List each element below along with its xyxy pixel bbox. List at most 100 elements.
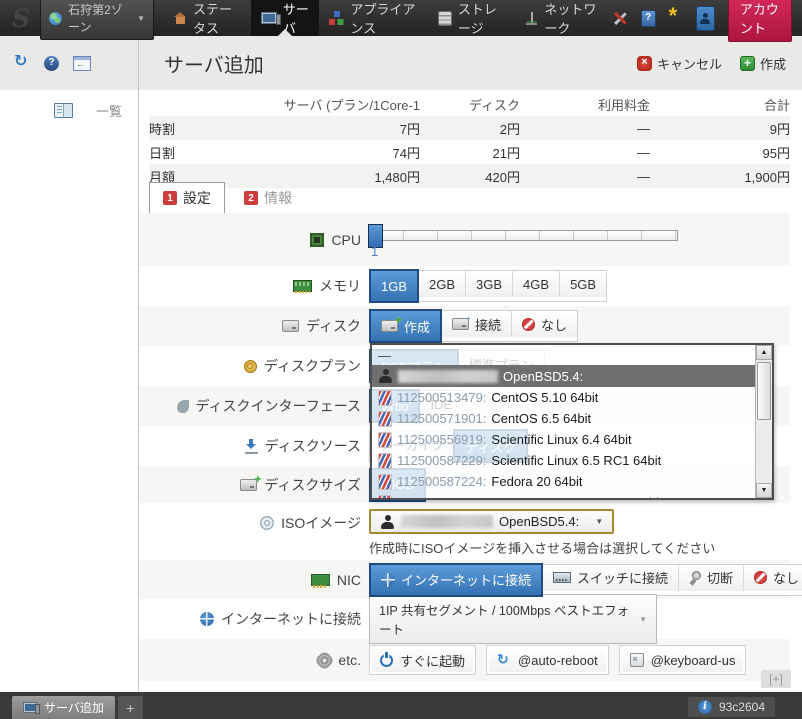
nav-item-appliance[interactable]: アプライアンス bbox=[319, 0, 428, 36]
cell: — bbox=[520, 169, 650, 184]
sakura-logo: S bbox=[12, 6, 30, 31]
form-row-etc: etc. すぐに起動 @auto-reboot @keyboard-us bbox=[139, 639, 790, 681]
col-header-usage: 利用料金 bbox=[520, 95, 650, 114]
star-icon[interactable] bbox=[669, 11, 683, 25]
dropdown-option-centos65[interactable]: 112500571901 CentOS 6.5 64bit bbox=[372, 408, 756, 429]
dropdown-option-sl64[interactable]: 112500556919 Scientific Linux 6.4 64bit bbox=[372, 429, 756, 450]
cancel-button[interactable]: キャンセル bbox=[637, 54, 722, 73]
appliance-icon bbox=[329, 11, 344, 25]
keyboard-us-button[interactable]: @keyboard-us bbox=[619, 645, 747, 675]
memory-label: メモリ bbox=[319, 276, 361, 296]
bottom-tab-add-server[interactable]: サーバ追加 bbox=[12, 696, 115, 719]
disk-option-connect[interactable]: 接続 bbox=[441, 311, 511, 337]
nav-item-storage[interactable]: ストレージ bbox=[428, 0, 515, 36]
plug-icon bbox=[689, 571, 701, 585]
cancel-icon bbox=[637, 56, 652, 71]
disk-option-none[interactable]: なし bbox=[511, 311, 577, 337]
nic-icon bbox=[311, 574, 330, 586]
tab-info[interactable]: 2 情報 bbox=[231, 183, 305, 213]
user-button[interactable] bbox=[696, 6, 715, 31]
page-title: サーバ追加 bbox=[164, 49, 264, 78]
sidebar-item-list[interactable]: 一覧 bbox=[0, 90, 138, 131]
no-entry-icon bbox=[522, 318, 535, 331]
back-window-icon[interactable] bbox=[73, 56, 91, 71]
iso-dropdown-list: — OpenBSD5.4 112500513479 CentOS 5.10 64… bbox=[372, 345, 756, 498]
dropdown-option-freebsd91[interactable]: 112500518489 FreeBSD 9.1-RELEASE 64bit bbox=[372, 492, 756, 498]
chevron-down-icon: ▼ bbox=[595, 517, 603, 526]
scroll-up-arrow[interactable]: ▲ bbox=[756, 345, 772, 360]
memory-option-3gb[interactable]: 3GB bbox=[465, 271, 512, 297]
internet-label: インターネットに接続 bbox=[221, 609, 361, 629]
form-row-nic: NIC インターネットに接続 スイッチに接続 bbox=[139, 560, 790, 599]
memory-option-2gb[interactable]: 2GB bbox=[418, 271, 465, 297]
bottom-bar: サーバ追加 + 93c2604 bbox=[0, 692, 802, 719]
form-row-disk: ディスク 作成 接続 なし bbox=[139, 306, 790, 346]
zone-selector[interactable]: 石狩第2ゾーン ▼ bbox=[40, 0, 154, 40]
nic-option-disconnect[interactable]: 切断 bbox=[678, 565, 743, 591]
iso-archive-icon bbox=[378, 453, 392, 469]
account-button[interactable]: アカウント bbox=[728, 0, 792, 42]
cpu-label: CPU bbox=[331, 232, 361, 248]
nav-item-network[interactable]: ネットワーク bbox=[515, 0, 612, 36]
iso-archive-icon bbox=[378, 432, 392, 448]
cpu-slider[interactable]: 1 bbox=[369, 230, 678, 241]
nic-option-none[interactable]: なし bbox=[743, 565, 802, 591]
cell: — bbox=[520, 121, 650, 136]
pricing-table: サーバ (プラン/1Core-1 ディスク 利用料金 合計 時割 7円 2円 —… bbox=[149, 92, 790, 188]
sidebar-divider bbox=[138, 36, 139, 692]
nav-item-status[interactable]: ステータス bbox=[164, 0, 251, 36]
internet-segment-select[interactable]: 1IP 共有セグメント / 100Mbps ベストエフォート ▼ bbox=[369, 594, 657, 644]
reboot-icon bbox=[497, 653, 511, 667]
memory-icon bbox=[293, 280, 312, 292]
cell: 2円 bbox=[420, 119, 520, 138]
dropdown-option-sl65rc1[interactable]: 112500587229 Scientific Linux 6.5 RC1 64… bbox=[372, 450, 756, 471]
table-row-daily: 日割 74円 21円 — 95円 bbox=[149, 140, 790, 164]
iso-selected-value: OpenBSD5.4 bbox=[499, 514, 579, 529]
dropdown-option-centos510[interactable]: 112500513479 CentOS 5.10 64bit bbox=[372, 387, 756, 408]
memory-option-5gb[interactable]: 5GB bbox=[559, 271, 606, 297]
expander-button[interactable]: [+] bbox=[761, 670, 791, 688]
nic-option-switch[interactable]: スイッチに接続 bbox=[542, 565, 678, 591]
iso-label: ISOイメージ bbox=[281, 513, 361, 533]
nav-item-server[interactable]: サーバ bbox=[251, 0, 319, 36]
disk-options: 作成 接続 なし bbox=[369, 310, 578, 342]
dropdown-option-empty[interactable]: — bbox=[372, 345, 756, 365]
cell: 21円 bbox=[420, 143, 520, 162]
new-tab-button[interactable]: + bbox=[118, 696, 143, 719]
internet-icon bbox=[200, 612, 214, 626]
nav-label: ステータス bbox=[193, 0, 241, 37]
refresh-icon[interactable] bbox=[14, 55, 30, 71]
info-icon[interactable] bbox=[698, 700, 712, 714]
medal-icon bbox=[244, 360, 257, 373]
iso-archive-icon bbox=[378, 495, 392, 499]
start-immediately-button[interactable]: すぐに起動 bbox=[369, 645, 476, 675]
build-id-text: 93c2604 bbox=[719, 700, 765, 714]
auto-reboot-button[interactable]: @auto-reboot bbox=[486, 645, 609, 675]
manual-icon[interactable] bbox=[641, 10, 656, 27]
dropdown-option-fedora20[interactable]: 112500587224 Fedora 20 64bit bbox=[372, 471, 756, 492]
toolbar-icons bbox=[0, 55, 140, 71]
tab-settings[interactable]: 1 設定 bbox=[149, 182, 225, 214]
create-button[interactable]: 作成 bbox=[740, 54, 786, 73]
toolbar-actions: キャンセル 作成 bbox=[637, 54, 786, 73]
cpu-value: 1 bbox=[371, 244, 378, 259]
tools-icon[interactable] bbox=[613, 11, 628, 26]
nic-option-internet[interactable]: インターネットに接続 bbox=[369, 563, 543, 597]
help-icon[interactable] bbox=[44, 56, 59, 71]
cell: 420円 bbox=[420, 167, 520, 186]
scrollbar-thumb[interactable] bbox=[757, 362, 771, 420]
disk-option-create[interactable]: 作成 bbox=[369, 309, 442, 343]
memory-options: 1GB 2GB 3GB 4GB 5GB bbox=[369, 270, 607, 302]
scroll-down-arrow[interactable]: ▼ bbox=[756, 483, 772, 498]
home-icon bbox=[174, 12, 187, 24]
cell: 95円 bbox=[650, 143, 790, 162]
memory-option-4gb[interactable]: 4GB bbox=[512, 271, 559, 297]
no-entry-icon bbox=[754, 571, 767, 584]
cell: 1,900円 bbox=[650, 167, 790, 186]
sidebar-item-label: 一覧 bbox=[96, 101, 122, 120]
dropdown-scrollbar[interactable]: ▲ ▼ bbox=[755, 345, 772, 498]
memory-option-1gb[interactable]: 1GB bbox=[369, 269, 419, 303]
dropdown-option-openbsd[interactable]: OpenBSD5.4 bbox=[372, 365, 756, 387]
iso-image-select[interactable]: OpenBSD5.4 ▼ bbox=[369, 509, 614, 534]
redacted-owner-name bbox=[401, 515, 493, 528]
